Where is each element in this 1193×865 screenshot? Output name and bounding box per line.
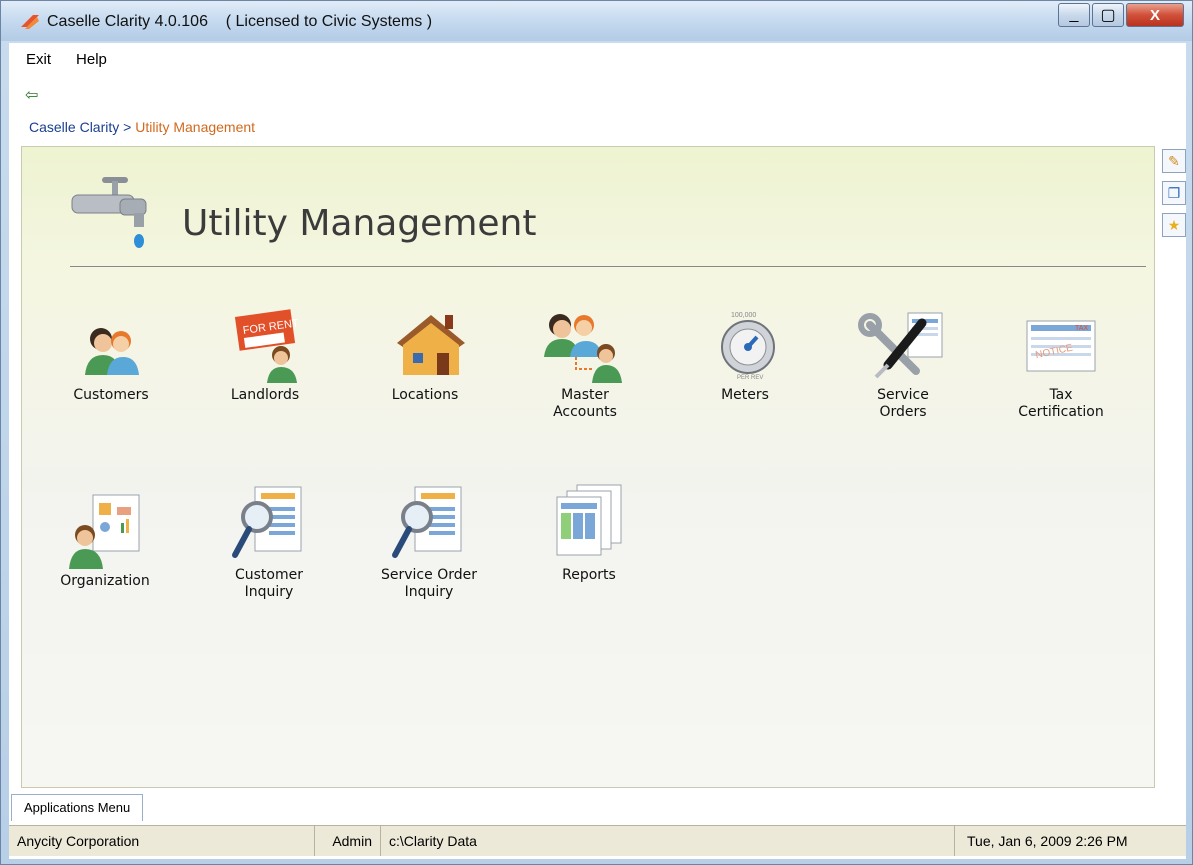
- svg-text:100,000: 100,000: [731, 312, 756, 319]
- faucet-icon: [71, 177, 147, 248]
- organization-icon: [65, 493, 145, 569]
- app-window: Caselle Clarity 4.0.106 ( Licensed to Ci…: [0, 0, 1193, 865]
- tile-tax-certification[interactable]: TAX NOTICE Tax Certification: [986, 307, 1136, 421]
- tile-label: Customer Inquiry: [234, 567, 303, 600]
- tile-customers[interactable]: Customers: [36, 319, 186, 404]
- side-edit-button[interactable]: ✎: [1162, 149, 1186, 173]
- side-favorite-button[interactable]: ★: [1162, 213, 1186, 237]
- client-area: Exit Help ⇦ Caselle Clarity > Utility Ma…: [9, 43, 1186, 859]
- maximize-button[interactable]: ▢: [1092, 3, 1124, 27]
- reports-icon: [549, 483, 629, 563]
- back-arrow-icon[interactable]: ⇦: [25, 85, 38, 105]
- page-title: Utility Management: [182, 203, 537, 244]
- tile-reports[interactable]: Reports: [514, 483, 664, 584]
- tab-applications-menu[interactable]: Applications Menu: [11, 794, 144, 821]
- window-title: Caselle Clarity 4.0.106 ( Licensed to Ci…: [47, 13, 433, 30]
- tile-label: Master Accounts: [553, 387, 617, 420]
- tile-label: Organization: [60, 573, 150, 589]
- customer-inquiry-icon: [229, 483, 309, 563]
- customers-icon: [79, 319, 143, 383]
- service-order-inquiry-icon: [389, 483, 469, 563]
- minimize-button[interactable]: _: [1058, 3, 1090, 27]
- meter-dial-icon: 100,000 PER REV: [713, 307, 777, 383]
- tile-locations[interactable]: Locations: [350, 307, 500, 404]
- menu-bar: Exit Help: [9, 51, 115, 75]
- status-company: Anycity Corporation: [9, 826, 315, 856]
- breadcrumb-current: Utility Management: [135, 119, 256, 135]
- favorite-star-icon: ★: [1167, 216, 1181, 233]
- tile-label: Tax Certification: [1018, 387, 1104, 420]
- window-controls: _ ▢ X: [1056, 3, 1184, 27]
- close-icon: X: [1149, 6, 1160, 24]
- status-datetime: Tue, Jan 6, 2009 2:26 PM: [967, 833, 1128, 849]
- status-data-path: c:\Clarity Data: [381, 826, 955, 856]
- wrench-screwdriver-icon: [858, 307, 948, 383]
- tile-meters[interactable]: 100,000 PER REV Meters: [670, 307, 820, 404]
- menu-exit[interactable]: Exit: [9, 51, 59, 75]
- tile-label: Reports: [562, 567, 616, 583]
- master-accounts-icon: [540, 307, 630, 383]
- house-icon: [393, 307, 465, 383]
- svg-text:PER REV: PER REV: [737, 375, 763, 381]
- tile-service-order-inquiry[interactable]: Service Order Inquiry: [354, 483, 504, 601]
- title-bar[interactable]: Caselle Clarity 4.0.106 ( Licensed to Ci…: [1, 1, 1192, 41]
- breadcrumb: Caselle Clarity > Utility Management: [29, 119, 255, 135]
- breadcrumb-separator: >: [123, 119, 132, 135]
- maximize-icon: ▢: [1100, 7, 1116, 24]
- menu-help[interactable]: Help: [59, 51, 115, 75]
- tile-label: Service Order Inquiry: [381, 567, 477, 600]
- tile-service-orders[interactable]: Service Orders: [828, 307, 978, 421]
- module-panel: Utility Management Customers FOR RENT La…: [21, 146, 1155, 788]
- caselle-logo-icon: [21, 15, 39, 29]
- tax-notice-icon: TAX NOTICE: [1021, 307, 1101, 383]
- tile-label: Meters: [721, 387, 769, 403]
- tile-customer-inquiry[interactable]: Customer Inquiry: [194, 483, 344, 601]
- tile-label: Customers: [73, 387, 149, 403]
- close-button[interactable]: X: [1126, 3, 1184, 27]
- edit-note-icon: ✎: [1168, 152, 1180, 169]
- side-window-button[interactable]: ❐: [1162, 181, 1186, 205]
- tile-label: Locations: [391, 387, 459, 403]
- tile-master-accounts[interactable]: Master Accounts: [510, 307, 660, 421]
- side-toolbar: ✎ ❐ ★: [1162, 149, 1186, 245]
- status-user: Admin: [315, 826, 381, 856]
- tile-landlords[interactable]: FOR RENT Landlords: [190, 307, 340, 404]
- svg-text:TAX: TAX: [1075, 325, 1088, 332]
- tile-organization[interactable]: Organization: [30, 493, 180, 590]
- tile-label: Landlords: [230, 387, 300, 403]
- tile-label: Service Orders: [877, 387, 929, 420]
- status-bar: Anycity Corporation Admin c:\Clarity Dat…: [9, 825, 1186, 856]
- window-icon: ❐: [1167, 184, 1181, 201]
- title-divider: [70, 266, 1146, 267]
- for-rent-sign-icon: FOR RENT: [233, 307, 300, 383]
- minimize-icon: _: [1069, 6, 1079, 23]
- breadcrumb-root[interactable]: Caselle Clarity: [29, 119, 119, 135]
